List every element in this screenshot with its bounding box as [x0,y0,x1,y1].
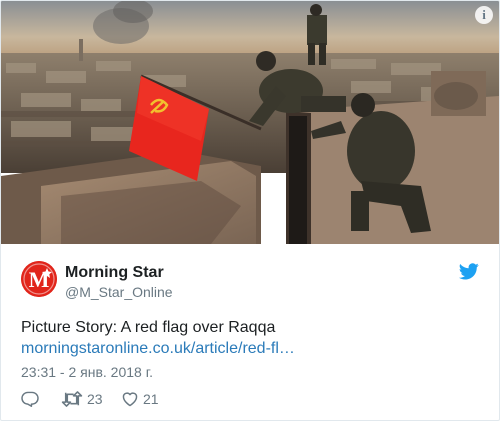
tweet-timestamp[interactable]: 23:31 - 2 янв. 2018 г. [21,363,153,381]
tweet-text: Picture Story: A red flag over Raqqa [21,319,276,336]
avatar[interactable]: M [21,261,57,297]
reply-button[interactable] [21,391,61,407]
author-handle[interactable]: @M_Star_Online [65,283,173,301]
retweet-button[interactable]: 23 [61,391,121,407]
author-names[interactable]: Morning Star @M_Star_Online [65,263,173,301]
like-count: 21 [143,391,159,407]
like-icon [122,392,138,407]
tweet-header: M Morning Star @M_Star_Online [21,259,479,303]
tweet-link[interactable]: morningstaronline.co.uk/article/red-fl… [21,339,295,359]
tweet-card[interactable]: i M Morning Star @M_Star_Online Picture … [0,0,500,421]
retweet-icon [61,391,83,407]
author-display-name[interactable]: Morning Star [65,263,173,283]
retweet-count: 23 [87,391,103,407]
morning-star-logo-icon: M [21,261,57,297]
tweet-photo[interactable]: i [1,1,499,244]
twitter-bird-icon[interactable] [458,263,479,285]
tweet-actions: 23 21 [21,389,181,409]
like-button[interactable]: 21 [121,391,181,407]
photo-red-flag-over-raqqa [1,1,499,244]
reply-icon [21,391,39,407]
info-icon[interactable]: i [475,6,493,24]
